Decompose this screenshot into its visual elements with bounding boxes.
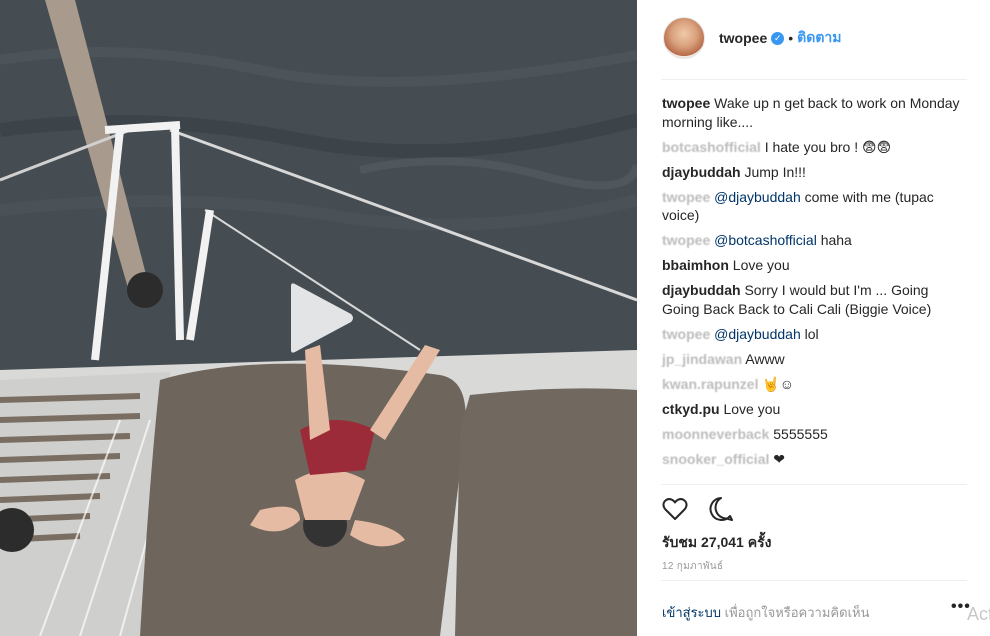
comment-text: 5555555 xyxy=(773,425,828,442)
comment-mention[interactable]: @botcashofficial xyxy=(714,232,817,248)
comments-list: twopee Wake up n get back to work on Mon… xyxy=(662,94,962,475)
post-media-video[interactable] xyxy=(0,0,637,636)
comment-item: botcashofficial I hate you bro ! 😨😨 xyxy=(662,138,962,157)
comment-icon[interactable] xyxy=(707,495,735,523)
comment-author[interactable]: ctkyd.pu xyxy=(662,401,720,417)
comment-author[interactable]: botcashofficial xyxy=(662,139,761,155)
comment-author[interactable]: djaybuddah xyxy=(662,164,741,180)
comment-text: I hate you bro ! 😨😨 xyxy=(764,138,892,155)
post-side-panel: twopee ✓ • ติดตาม twopee Wake up n get b… xyxy=(637,0,990,636)
comment-text: haha xyxy=(820,232,852,248)
login-prompt: เข้าสู่ระบบ เพื่อถูกใจหรือความคิดเห็น xyxy=(662,602,982,623)
comment-item: moonneverback 5555555 xyxy=(662,425,962,444)
login-text: เพื่อถูกใจหรือความคิดเห็น xyxy=(724,605,870,620)
view-count: รับชม 27,041 ครั้ง xyxy=(662,534,772,550)
play-button[interactable] xyxy=(283,282,355,354)
post-actions xyxy=(661,495,735,523)
post-header: twopee ✓ • ติดตาม xyxy=(663,16,968,60)
comment-mention[interactable]: @djaybuddah xyxy=(714,326,801,342)
comment-item: kwan.rapunzel 🤘☺ xyxy=(662,375,962,394)
verified-badge-icon: ✓ xyxy=(771,31,785,45)
comment-item: twopee @djaybuddah come with me (tupac v… xyxy=(662,188,962,225)
comment-author[interactable]: kwan.rapunzel xyxy=(662,376,758,392)
comment-author[interactable]: moonneverback xyxy=(662,426,769,442)
comment-item: djaybuddah Sorry I would but I'm ... Goi… xyxy=(662,281,962,318)
comment-item: ctkyd.pu Love you xyxy=(662,400,962,419)
comment-text: ❤ xyxy=(773,450,785,467)
header-username[interactable]: twopee xyxy=(719,30,767,46)
play-icon xyxy=(291,283,353,353)
comment-text: Love you xyxy=(732,257,790,273)
activation-watermark: Act xyxy=(967,604,990,624)
comment-text: Awww xyxy=(745,350,785,367)
comment-item: bbaimhon Love you xyxy=(662,256,962,275)
comment-author[interactable]: bbaimhon xyxy=(662,257,729,273)
comment-author[interactable]: twopee xyxy=(662,189,710,205)
comment-item: twopee @botcashofficial haha xyxy=(662,231,962,250)
comment-item: jp_jindawan Awww xyxy=(662,350,962,369)
caption: twopee Wake up n get back to work on Mon… xyxy=(662,94,962,131)
avatar[interactable] xyxy=(663,17,705,59)
login-link[interactable]: เข้าสู่ระบบ xyxy=(662,605,721,620)
login-divider xyxy=(661,580,967,581)
header-separator: • xyxy=(788,30,794,46)
comment-author[interactable]: twopee xyxy=(662,326,710,342)
comment-text: lol xyxy=(804,325,819,342)
follow-button[interactable]: ติดตาม xyxy=(797,27,841,49)
comment-item: djaybuddah Jump In!!! xyxy=(662,163,962,182)
comment-text: Love you xyxy=(723,400,781,417)
comment-author[interactable]: snooker_official xyxy=(662,451,769,467)
comment-mention[interactable]: @djaybuddah xyxy=(714,189,801,205)
caption-author[interactable]: twopee xyxy=(662,95,710,111)
comment-text: Jump In!!! xyxy=(744,163,806,180)
comment-author[interactable]: jp_jindawan xyxy=(662,351,742,367)
header-divider xyxy=(661,79,967,80)
comment-item: snooker_official ❤ xyxy=(662,450,962,469)
comment-author[interactable]: djaybuddah xyxy=(662,282,741,298)
actions-divider xyxy=(661,484,967,485)
comment-item: twopee @djaybuddah lol xyxy=(662,325,962,344)
post-date: 12 กุมภาพันธ์ xyxy=(662,561,724,572)
heart-icon[interactable] xyxy=(661,495,689,523)
comment-author[interactable]: twopee xyxy=(662,232,710,248)
comment-text: 🤘☺ xyxy=(762,375,795,392)
